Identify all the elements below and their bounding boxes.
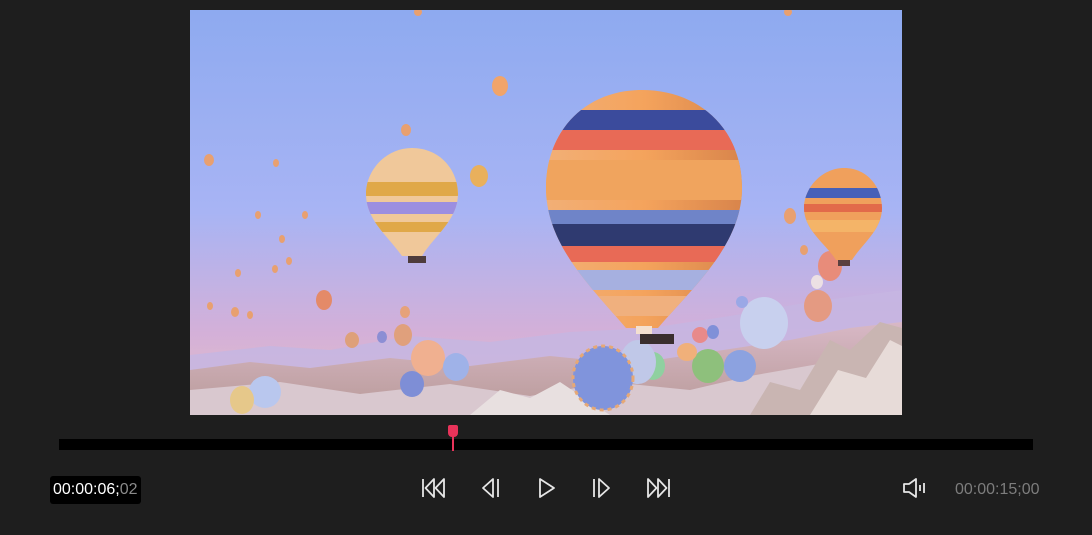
play-icon: [539, 478, 555, 498]
playhead-line: [452, 435, 455, 451]
previous-frame-icon: [482, 478, 499, 498]
volume-icon: [903, 478, 925, 498]
timeline-track[interactable]: [59, 439, 1033, 450]
total-duration: 00:00:15;00: [955, 481, 1040, 498]
video-frame-image: [190, 10, 902, 415]
transport-controls: [418, 472, 674, 504]
skip-to-start-button[interactable]: [418, 472, 450, 504]
video-preview[interactable]: [190, 10, 902, 415]
next-frame-button[interactable]: [586, 472, 618, 504]
skip-to-end-icon: [647, 478, 670, 498]
volume-button[interactable]: [899, 473, 931, 503]
previous-frame-button[interactable]: [474, 472, 506, 504]
skip-to-start-icon: [422, 478, 445, 498]
current-timecode[interactable]: 00:00:06;02: [50, 476, 141, 504]
video-player: 00:00:06;02 00:00:15;00: [0, 0, 1092, 535]
playhead[interactable]: [447, 425, 459, 451]
current-time-frames: 02: [119, 481, 138, 498]
next-frame-icon: [593, 478, 610, 498]
play-button[interactable]: [530, 472, 562, 504]
current-time-main: 00:00:06;: [53, 481, 120, 498]
skip-to-end-button[interactable]: [642, 472, 674, 504]
